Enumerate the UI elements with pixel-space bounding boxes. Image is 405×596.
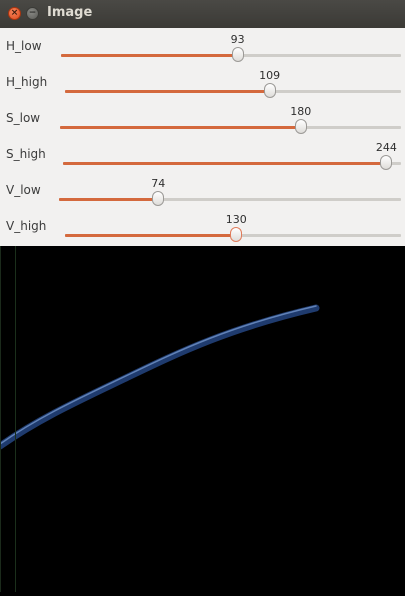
trackbar-fill bbox=[65, 90, 270, 93]
trackbar-row-v-high: V_high 130 bbox=[0, 208, 405, 244]
trackbar-handle[interactable] bbox=[263, 83, 276, 98]
trackbar-handle[interactable] bbox=[231, 47, 244, 62]
trackbar-fill bbox=[63, 162, 387, 165]
trackbar-label: S_low bbox=[6, 111, 41, 125]
trackbar-row-s-low: S_low 180 bbox=[0, 100, 405, 136]
window-titlebar[interactable]: × − Image bbox=[0, 0, 405, 28]
trackbar-label: V_high bbox=[6, 219, 47, 233]
trackbar-track[interactable] bbox=[65, 90, 401, 93]
window-title: Image bbox=[47, 5, 93, 20]
curve-highlight bbox=[0, 305, 317, 445]
minimize-button[interactable]: − bbox=[26, 7, 39, 20]
trackbar-label: H_high bbox=[6, 75, 48, 89]
trackbar-track[interactable] bbox=[60, 126, 401, 129]
trackbar-fill bbox=[61, 54, 238, 57]
trackbar-track[interactable] bbox=[63, 162, 401, 165]
trackbar-label: V_low bbox=[6, 183, 41, 197]
trackbar-handle[interactable] bbox=[294, 119, 307, 134]
trackbar-label: H_low bbox=[6, 39, 42, 53]
close-button[interactable]: × bbox=[8, 7, 21, 20]
close-icon: × bbox=[10, 8, 19, 18]
trackbar-handle[interactable] bbox=[152, 191, 165, 206]
trackbar-handle[interactable] bbox=[380, 155, 393, 170]
trackbar-row-h-high: H_high 109 bbox=[0, 64, 405, 100]
trackbar-track[interactable] bbox=[59, 198, 401, 201]
detected-curve bbox=[0, 304, 320, 450]
curve-stroke bbox=[0, 304, 320, 450]
trackbar-value: 180 bbox=[290, 105, 312, 118]
left-edge-line bbox=[0, 246, 1, 592]
image-display bbox=[0, 246, 405, 592]
trackbar-row-s-high: S_high 244 bbox=[0, 136, 405, 172]
inner-edge-line bbox=[15, 246, 16, 592]
trackbar-value: 74 bbox=[151, 177, 166, 190]
minimize-icon: − bbox=[28, 8, 37, 18]
trackbar-panel: H_low 93 H_high 109 S_low 180 S_high 244… bbox=[0, 28, 405, 246]
trackbar-row-v-low: V_low 74 bbox=[0, 172, 405, 208]
trackbar-fill bbox=[65, 234, 237, 237]
trackbar-row-h-low: H_low 93 bbox=[0, 28, 405, 64]
trackbar-value: 109 bbox=[259, 69, 281, 82]
trackbar-value: 93 bbox=[230, 33, 245, 46]
trackbar-value: 130 bbox=[225, 213, 247, 226]
trackbar-handle[interactable] bbox=[230, 227, 243, 242]
trackbar-fill bbox=[60, 126, 301, 129]
trackbar-fill bbox=[59, 198, 159, 201]
trackbar-value: 244 bbox=[375, 141, 397, 154]
trackbar-label: S_high bbox=[6, 147, 46, 161]
